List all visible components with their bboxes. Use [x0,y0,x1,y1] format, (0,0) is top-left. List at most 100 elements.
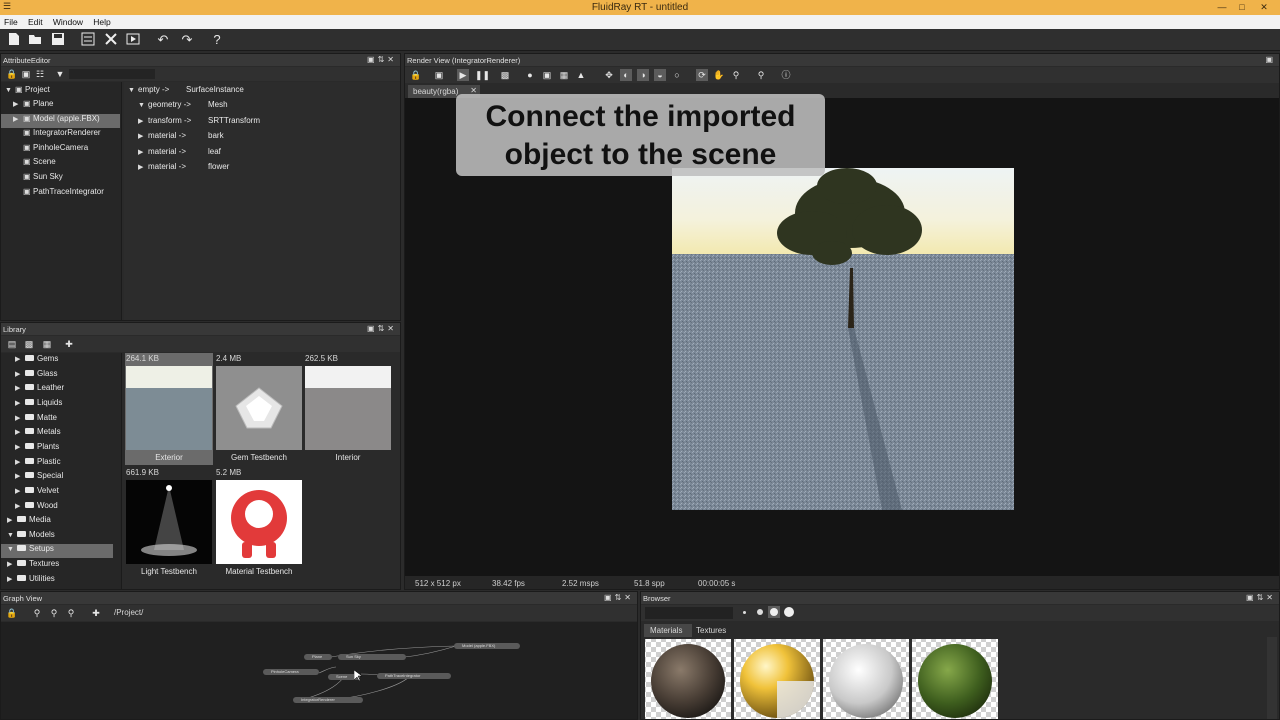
toolbar-tool-2-icon[interactable]: ▣ [541,69,553,81]
camera-icon[interactable]: ▣ [433,69,445,81]
lock-icon[interactable]: 🔒 [410,69,422,81]
render-viewport[interactable]: Connect the imported object to the scene [405,94,1279,576]
maximize-button[interactable]: □ [1232,1,1252,13]
expand-arrow-icon[interactable]: ▶ [15,487,25,495]
library-export-icon[interactable]: ▦ [41,338,53,350]
close-window-button[interactable]: ✕ [1254,1,1274,13]
lock-icon[interactable]: 🔒 [6,607,18,619]
zoom-fit-icon[interactable]: ⚲ [48,607,60,619]
graph-node[interactable]: PathTraceIntegrator [377,673,451,679]
expand-arrow-icon[interactable]: ▶ [15,355,25,363]
lock-icon[interactable]: 🔒 [6,68,18,80]
swatch-dark-rock[interactable] [645,639,731,719]
toolbar-tool-1-icon[interactable]: ● [524,69,536,81]
size-large-icon[interactable] [770,608,778,616]
hierarchy-icon[interactable]: ☷ [34,68,46,80]
library-folder[interactable]: ▶ Metals [1,427,113,441]
expand-arrow-icon[interactable]: ▼ [128,87,138,94]
attribute-row[interactable]: ▼ empty -> SurfaceInstance [128,85,244,99]
play-icon[interactable]: ▶ [457,69,469,81]
library-folder[interactable]: ▶ Plants [1,442,113,456]
attribute-value[interactable]: leaf [208,147,221,156]
library-folder[interactable]: ▶ Textures [1,559,113,573]
attribute-row[interactable]: ▶ material -> flower [138,162,229,176]
tools-icon[interactable] [103,32,119,48]
move-icon[interactable]: ✥ [603,69,615,81]
orbit-icon[interactable]: ⟳ [696,69,708,81]
expand-arrow-icon[interactable]: ▶ [15,428,25,436]
attribute-value[interactable]: Mesh [208,100,228,109]
swatch-green[interactable] [912,639,998,719]
expand-arrow-icon[interactable]: ▼ [138,102,148,109]
expand-arrow-icon[interactable]: ▶ [15,384,25,392]
expand-arrow-icon[interactable]: ▼ [7,532,17,539]
library-folder[interactable]: ▶ Media [1,515,113,529]
expand-arrow-icon[interactable]: ▶ [15,502,25,510]
menu-edit[interactable]: Edit [24,15,47,27]
library-folder[interactable]: ▶ Gems [1,354,113,368]
expand-arrow-icon[interactable]: ▶ [138,148,148,156]
save-icon[interactable] [50,32,66,48]
attribute-row[interactable]: ▼ geometry -> Mesh [138,100,228,114]
save-image-icon[interactable]: ▩ [499,69,511,81]
graph-node[interactable]: PinholeCamera [263,669,319,675]
tab-textures[interactable]: Textures [696,624,736,637]
size-medium-icon[interactable] [757,609,763,615]
circle-icon[interactable]: ○ [671,69,683,81]
expand-arrow-icon[interactable]: ▶ [138,117,148,125]
graph-canvas[interactable]: Plane Sun Sky Model (apple.FBX) PinholeC… [1,622,637,719]
expand-arrow-icon[interactable]: ▶ [15,458,25,466]
library-folder[interactable]: ▼ Setups [1,544,113,559]
expand-arrow-icon[interactable]: ▼ [7,546,17,553]
panel-controls[interactable]: ▣⇅✕ [367,324,397,333]
browser-search-input[interactable] [645,607,733,619]
menu-window[interactable]: Window [49,15,87,27]
grid-icon[interactable]: ▦ [558,69,570,81]
library-folder[interactable]: ▶ Velvet [1,486,113,500]
redo-icon[interactable]: ↷ [179,32,195,48]
pause-icon[interactable]: ❚❚ [475,69,490,81]
filter-input[interactable] [69,69,155,79]
library-folder[interactable]: ▶ Utilities [1,574,113,588]
attribute-value[interactable]: bark [208,131,224,140]
panel-controls[interactable]: ▣ [1265,55,1276,64]
expand-arrow-icon[interactable]: ▶ [15,472,25,480]
panel-controls[interactable]: ▣⇅✕ [367,55,397,64]
zoom-out-icon[interactable]: ⚲ [65,607,77,619]
library-folder[interactable]: ▶ Glass [1,369,113,383]
new-file-icon[interactable] [6,32,22,48]
channel-3-icon[interactable]: ◒ [654,69,666,81]
expand-arrow-icon[interactable]: ▶ [15,399,25,407]
select-icon[interactable]: ▣ [20,68,32,80]
panel-controls[interactable]: ▣⇅✕ [1246,593,1276,602]
undo-icon[interactable]: ↶ [155,32,171,48]
tab-materials[interactable]: Materials [644,624,692,637]
expand-arrow-icon[interactable]: ▶ [13,115,23,123]
library-books-icon[interactable]: ▤ [6,338,18,350]
channel-1-icon[interactable]: ◐ [620,69,632,81]
info-icon[interactable]: ⓘ [780,69,792,81]
tree-item[interactable]: ▣ PathTraceIntegrator [1,187,120,201]
expand-arrow-icon[interactable]: ▶ [15,414,25,422]
library-folder[interactable]: ▼ Models [1,530,113,544]
size-xlarge-icon[interactable] [784,607,794,617]
library-folder[interactable]: ▶ Matte [1,413,113,427]
tree-item[interactable]: ▣ IntegratorRenderer [1,128,120,142]
tree-item[interactable]: ▣ Sun Sky [1,172,120,186]
tree-project[interactable]: ▼ ▣ Project [5,85,50,99]
pan-hand-icon[interactable]: ✋ [713,69,725,81]
library-item[interactable]: 262.5 KB Interior [304,353,392,465]
library-item[interactable]: 2.4 MB Gem Testbench [215,353,303,465]
zoom-icon[interactable]: ⚲ [730,69,742,81]
library-folder[interactable]: ▶ Special [1,471,113,485]
filter-icon[interactable]: ▼ [54,68,66,80]
expand-arrow-icon[interactable]: ▶ [15,443,25,451]
attribute-value[interactable]: SRTTransform [208,116,260,125]
panel-controls[interactable]: ▣⇅✕ [604,593,634,602]
library-folder[interactable]: ▶ Wood [1,501,113,515]
attribute-row[interactable]: ▶ material -> leaf [138,147,221,161]
graph-node[interactable]: IntegratorRenderer [293,697,363,703]
graph-node[interactable]: Sun Sky [338,654,406,660]
channel-2-icon[interactable]: ◑ [637,69,649,81]
library-folder[interactable]: ▶ Plastic [1,457,113,471]
